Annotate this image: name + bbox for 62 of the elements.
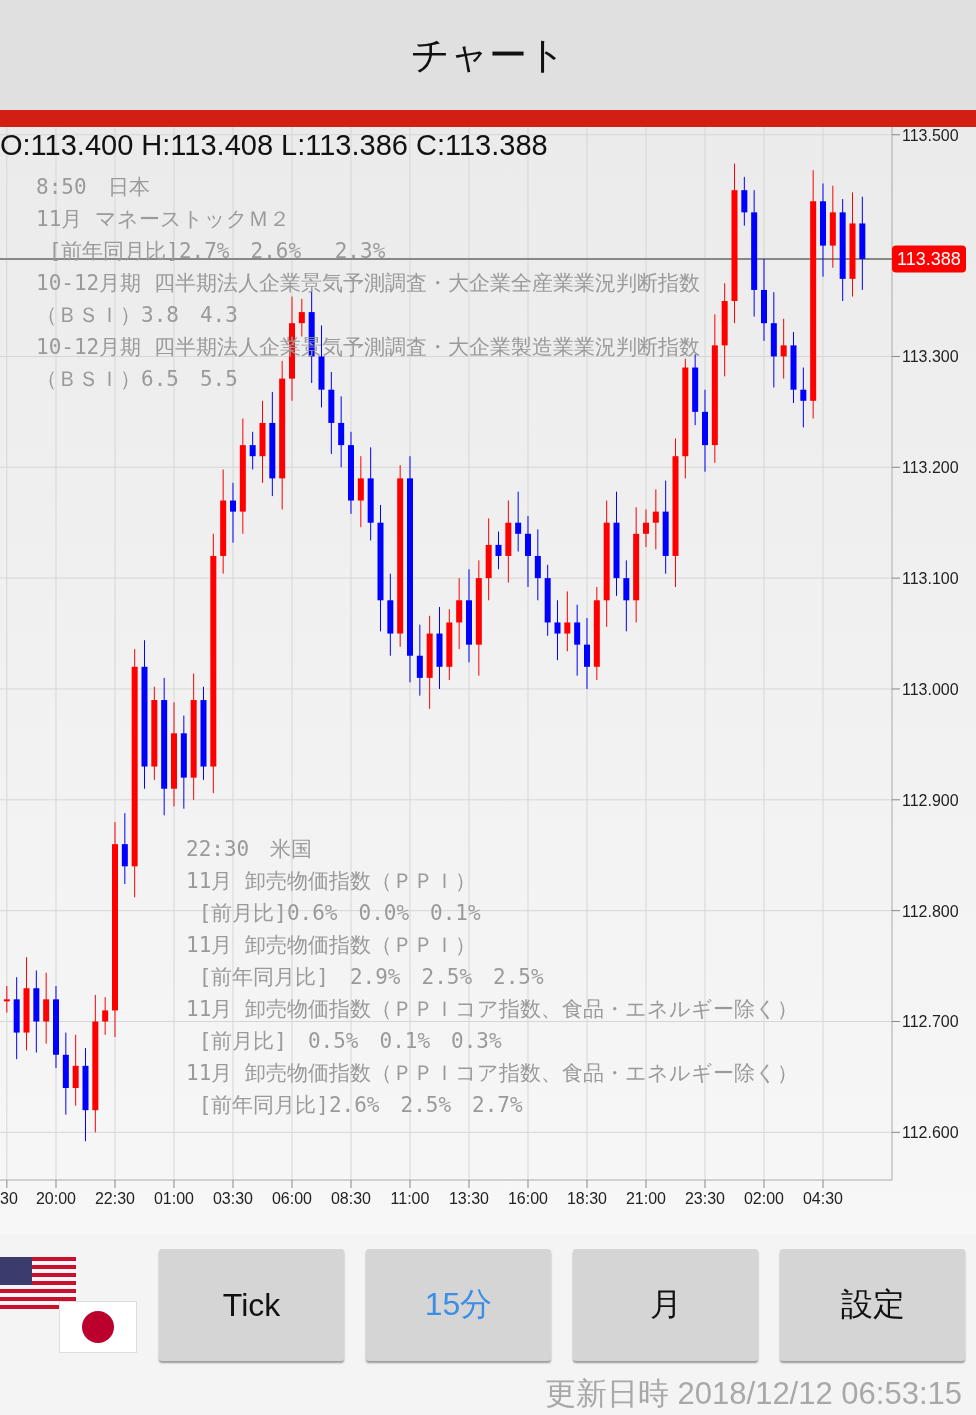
axis-label: 06:00 <box>271 1190 312 1207</box>
axis-label: 113.500 <box>902 127 959 144</box>
event-text: 10-12月期 四半期法人企業景気予測調査・大企業全産業業況判断指数 <box>36 270 700 297</box>
candlestick <box>298 298 305 337</box>
event-text: 11月 卸売物価指数（ＰＰＩコア指数、食品・エネルギー除く） <box>186 996 798 1023</box>
axis-label: 08:30 <box>330 1190 371 1207</box>
axis-label: 113.200 <box>902 459 959 477</box>
screen-title: チャート <box>410 31 566 79</box>
event-text: [前年同月比]2.6% 2.5% 2.7% <box>197 1092 523 1119</box>
event-text: （ＢＳＩ）6.5 5.5 <box>36 366 238 393</box>
axis-label: 112.600 <box>902 1124 959 1142</box>
updated-time: 更新日時 2018/12/12 06:53:15 <box>544 1375 962 1413</box>
event-text: 11月 卸売物価指数（ＰＰＩ） <box>186 868 476 895</box>
axis-label: 112.800 <box>902 902 959 920</box>
period-button[interactable]: Tick <box>159 1249 344 1361</box>
candlestick <box>564 590 571 652</box>
axis-label: 23:30 <box>684 1190 725 1207</box>
axis-label: 11:00 <box>390 1190 430 1207</box>
event-text: 22:30 米国 <box>186 836 313 863</box>
axis-label: 113.300 <box>902 348 959 366</box>
candlestick <box>652 488 659 550</box>
event-text: 11月 卸売物価指数（ＰＰＩコア指数、食品・エネルギー除く） <box>186 1060 798 1087</box>
ohlc-text: O:113.400 H:113.408 L:113.386 C:113.388 <box>0 129 548 162</box>
axis-label: 18:30 <box>566 1190 607 1207</box>
event-text: [前月比] 0.5% 0.1% 0.3% <box>197 1028 502 1055</box>
candlestick <box>780 318 787 380</box>
candlestick <box>741 176 748 227</box>
candlestick <box>249 431 256 470</box>
candlestick <box>3 985 10 1014</box>
axis-label: 02:00 <box>743 1190 784 1207</box>
event-text: 8:50 日本 <box>36 174 150 201</box>
axis-label: 112.900 <box>902 791 959 809</box>
candlestick <box>643 508 649 548</box>
candlestick <box>800 367 807 428</box>
period-button[interactable]: 月 <box>573 1249 758 1361</box>
axis-label: 30 <box>0 1190 18 1207</box>
event-text: [前年同月比] 2.9% 2.5% 2.5% <box>197 964 544 991</box>
period-button[interactable]: 設定 <box>780 1249 965 1361</box>
current-price-tag: 113.388 <box>892 245 966 273</box>
axis-label: 21:00 <box>625 1190 666 1207</box>
japan-flag-icon <box>59 1301 137 1353</box>
axis-label: 04:30 <box>802 1190 843 1207</box>
axis-label: 22:30 <box>94 1190 135 1207</box>
axis-label: 20:00 <box>35 1190 76 1207</box>
axis-label: 13:30 <box>448 1190 489 1207</box>
axis-label: 113.100 <box>902 570 959 588</box>
axis-label: 03:30 <box>212 1190 253 1207</box>
candlestick <box>102 996 109 1036</box>
candlestick <box>495 531 502 570</box>
us-flag-icon <box>0 1257 76 1309</box>
event-text: （ＢＳＩ）3.8 4.3 <box>36 302 238 329</box>
candlestick <box>515 491 522 553</box>
axis-label: 113.000 <box>902 680 959 698</box>
candlestick <box>554 599 561 661</box>
event-text: 11月 卸売物価指数（ＰＰＩ） <box>186 932 476 959</box>
event-text: 11月 マネーストックＭ２ <box>36 206 290 233</box>
axis-label: 16:00 <box>507 1190 548 1207</box>
axis-label: 112.700 <box>902 1013 959 1031</box>
candlestick <box>230 482 236 544</box>
event-text: [前年同月比]2.7% 2.6% 2.3% <box>47 238 386 265</box>
event-text: [前月比]0.6% 0.0% 0.1% <box>197 900 481 927</box>
axis-label: 01:00 <box>153 1190 194 1207</box>
